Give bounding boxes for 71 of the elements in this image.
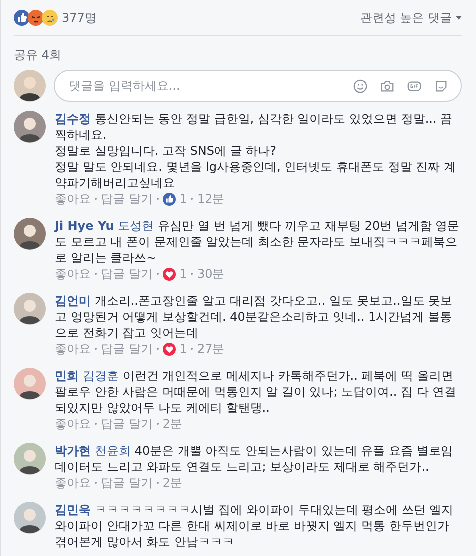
avatar (14, 293, 46, 325)
separator-dot (156, 482, 159, 484)
reply-link[interactable]: 답글 달기 (101, 475, 153, 491)
comment-text: 박가현 천윤희 40분은 개뿔 아직도 안되는사람이 있는데 유플 요즘 별로임 데이터도 느리고 와파도 연결도 느리고; 보상이라도 제대로 해주던가.. (55, 443, 454, 475)
comment-text: 정말 말도 안되네요. 몇년을 lg사용중인데, 인터넷도 휴대폰도 정말 진짜 계약파기해버리고싶네요 (55, 159, 457, 191)
comment-text: 김언미 개소리..폰고장인줄 알고 대리점 갓다오고.. 일도 못보고..일도 못보고 엉망된거 어떻게 보상할건데. 40분같은소리하고 잇네.. 1시간넘게 불통으로 전화기 잡고 잇어는데 (55, 293, 454, 341)
like-reaction-icon (162, 192, 176, 206)
comment-box[interactable]: 댓글을 입력하세요... (54, 70, 462, 102)
separator-dot (95, 273, 97, 275)
reply-link[interactable]: 답글 달기 (101, 341, 153, 357)
author-link[interactable]: 민희 (55, 369, 79, 383)
separator-dot (95, 482, 97, 484)
reaction-count[interactable]: 377명 (62, 10, 97, 26)
like-link[interactable]: 좋아요 (55, 475, 91, 491)
comment-text: 정말로 실망입니다. 고작 SNS에 글 하나? (55, 143, 278, 159)
author-link[interactable]: 김언미 (55, 294, 91, 308)
avatar (14, 443, 46, 475)
heart-reaction-icon (162, 268, 176, 280)
camera-icon[interactable] (380, 78, 395, 94)
comment-time: 12분 (197, 191, 225, 207)
separator-dot (156, 423, 159, 425)
sticker-icon[interactable] (434, 78, 449, 94)
author-link[interactable]: 김수정 (55, 112, 91, 126)
avatar (14, 502, 46, 534)
reply-link[interactable]: 답글 달기 (101, 191, 153, 207)
angry-reaction-icon (28, 10, 44, 26)
sort-dropdown[interactable]: 관련성 높은 댓글 (360, 10, 462, 26)
like-link[interactable]: 좋아요 (55, 266, 91, 282)
reaction-count[interactable]: 1 (180, 341, 188, 357)
separator-dot (191, 348, 194, 350)
separator-dot (95, 198, 97, 200)
comment-text: 김수정 통신안되는 동안 정말 급한일, 심각한 일이라도 있었으면 정말... 끔찍하네요. (55, 111, 454, 143)
author-link[interactable]: 김민욱 (55, 503, 91, 517)
comment-time: 2분 (162, 475, 182, 491)
reply-link[interactable]: 답글 달기 (101, 266, 153, 282)
like-reaction-icon (14, 10, 30, 26)
share-count[interactable]: 공유 4회 (14, 47, 62, 64)
gif-icon[interactable] (407, 78, 422, 94)
avatar (14, 218, 46, 250)
like-link[interactable]: 좋아요 (55, 191, 91, 207)
like-link[interactable]: 좋아요 (55, 416, 91, 432)
reply-link[interactable]: 답글 달기 (101, 416, 153, 432)
comment-text: 민희 김경훈 이런건 개인적으로 메세지나 카톡해주던가.. 페북에 띡 올리면 팔로우 안한 사람은 머때문에 먹통인지 알 길이 있나; 노답이여.. 집 다 연결되있지만 않았어두 나도 케에티 할탠댕.. (55, 368, 458, 416)
comment-text: 김민욱 ㅋㅋㅋㅋㅋㅋㅋㅋ시벌 집에 와이파이 두대있는데 평소에 쓰던 엘지 와이파이 안대가꼬 다른 한대 씨제이로 바로 바꿧지 엘지 먹통 한두번인가 겪어본게 많아서 화도 안남ㅋㅋㅋ (55, 502, 455, 550)
comment-input-field[interactable]: 댓글을 입력하세요... (67, 78, 341, 94)
separator-dot (156, 273, 159, 275)
author-link[interactable]: Ji Hye Yu (55, 219, 114, 233)
separator-dot (191, 198, 194, 200)
comment-time: 27분 (197, 341, 225, 357)
heart-reaction-icon (162, 342, 176, 356)
separator-dot (156, 198, 159, 200)
tagged-name-link[interactable]: 김경훈 (82, 369, 119, 383)
reaction-count[interactable]: 1 (180, 266, 188, 282)
like-link[interactable]: 좋아요 (55, 341, 91, 357)
tagged-name-link[interactable]: 도성현 (118, 219, 154, 233)
avatar (14, 368, 46, 400)
emoji-icon[interactable] (353, 78, 368, 94)
reaction-count[interactable]: 1 (180, 191, 188, 207)
comment-time: 2분 (162, 416, 182, 432)
separator-dot (156, 348, 159, 350)
comment-time: 30분 (197, 266, 225, 282)
separator-dot (95, 423, 97, 425)
sad-reaction-icon (42, 10, 58, 26)
separator-dot (95, 348, 97, 350)
comment-text: Ji Hye Yu 도성현 유심만 열 번 넘게 뺐다 끼우고 재부팅 20번 넘게함 영문도 모르고 내 폰이 문제인줄 알았는데 최소한 문자라도 보내짘ㅋㅋㅋ페북으로 알리는 클라쓰~ (55, 218, 461, 266)
avatar (14, 111, 46, 143)
avatar (14, 70, 46, 102)
separator-dot (191, 273, 194, 275)
tagged-name-link[interactable]: 천윤희 (94, 444, 131, 458)
caret-icon (456, 16, 462, 20)
author-link[interactable]: 박가현 (55, 444, 91, 458)
